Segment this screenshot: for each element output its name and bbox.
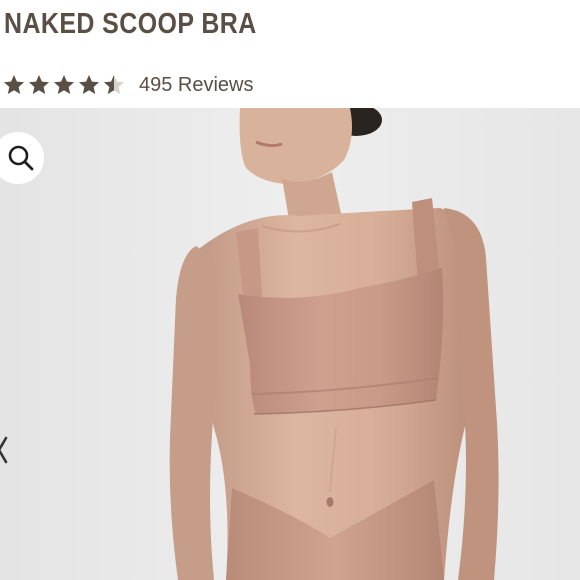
chevron-left-icon (0, 436, 8, 464)
star-icon (79, 75, 99, 94)
product-image-gallery[interactable] (0, 108, 580, 580)
previous-image-button[interactable] (0, 432, 10, 468)
product-page: NAKED SCOOP BRA 495 Reviews (0, 0, 580, 580)
search-icon (8, 145, 34, 171)
star-icon (54, 75, 74, 94)
product-title: NAKED SCOOP BRA (4, 8, 257, 40)
star-icon (29, 75, 49, 94)
reviews-count-link[interactable]: 495 Reviews (139, 74, 254, 97)
star-icon (4, 75, 24, 94)
product-photo (0, 108, 580, 580)
star-icon (104, 75, 124, 94)
star-rating[interactable] (2, 73, 126, 97)
rating-summary[interactable]: 495 Reviews (2, 70, 254, 100)
